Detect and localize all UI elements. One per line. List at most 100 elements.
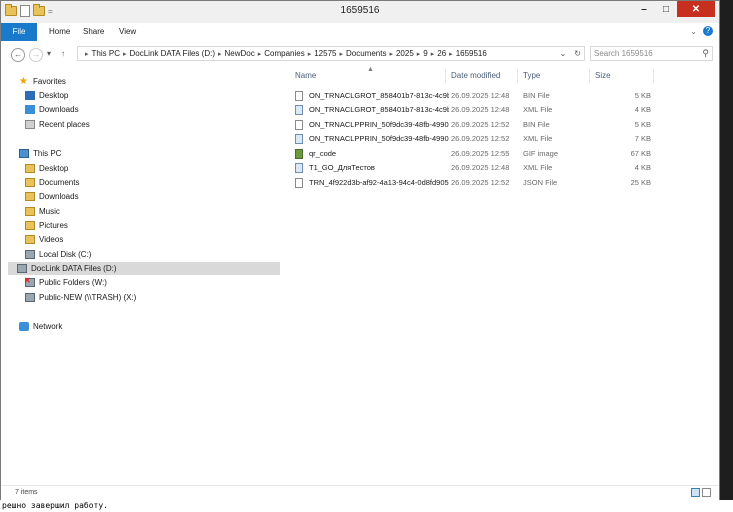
file-row[interactable]: ON_TRNACLGROT_858401b7-813c-4c9b-... 26.…: [291, 89, 651, 103]
file-date: 26.09.2025 12:52: [451, 178, 510, 187]
back-button[interactable]: ←: [11, 48, 25, 62]
file-row[interactable]: qr_code 26.09.2025 12:55 GIF image 67 KB: [291, 147, 651, 161]
file-row[interactable]: ON_TRNACLPPRIN_50f9dc39-48fb-4990-... 26…: [291, 118, 651, 132]
close-button[interactable]: ✕: [677, 1, 715, 17]
file-name: ON_TRNACLPPRIN_50f9dc39-48fb-4990-...: [309, 134, 449, 143]
ribbon: File Home Share View ⌄ ?: [1, 23, 719, 42]
address-root-chevron-icon[interactable]: ▸: [85, 50, 89, 58]
folder-icon: [25, 178, 35, 187]
expand-ribbon-icon[interactable]: ⌄: [690, 27, 697, 36]
folder-icon: [25, 235, 35, 244]
nav-this-pc[interactable]: This PC: [19, 147, 61, 160]
file-list: ▲ Name Date modified Type Size ON_TRNACL…: [287, 66, 719, 485]
file-row[interactable]: T1_GO_ДляТестов 26.09.2025 12:48 XML Fil…: [291, 161, 651, 175]
file-type: BIN File: [523, 91, 550, 100]
details-view-icon[interactable]: [691, 488, 700, 497]
file-type: XML File: [523, 163, 553, 172]
gif-image-icon: [295, 149, 303, 159]
json-file-icon: [295, 178, 303, 188]
breadcrumb-item[interactable]: 9: [423, 49, 427, 58]
tab-home[interactable]: Home: [49, 23, 70, 41]
file-date: 26.09.2025 12:48: [451, 105, 510, 114]
nav-downloads[interactable]: Downloads: [25, 190, 79, 203]
address-bar[interactable]: ▸ This PC ▸ DocLink DATA Files (D:) ▸ NewD…: [77, 46, 585, 61]
nav-favorites-downloads[interactable]: Downloads: [25, 103, 79, 116]
nav-doclink-data-d[interactable]: DocLink DATA Files (D:): [8, 262, 280, 275]
nav-desktop[interactable]: Desktop: [25, 162, 68, 175]
breadcrumb-item[interactable]: Companies: [264, 49, 304, 58]
nav-favorites[interactable]: ★ Favorites: [19, 75, 66, 88]
disconnected-network-drive-icon: ✕: [24, 276, 35, 287]
maximize-button[interactable]: □: [655, 1, 677, 17]
minimize-button[interactable]: –: [633, 1, 655, 17]
column-header-name[interactable]: Name: [295, 71, 316, 80]
file-row[interactable]: ON_TRNACLGROT_858401b7-813c-4c9b-... 26.…: [291, 103, 651, 117]
column-header-date-modified[interactable]: Date modified: [451, 71, 500, 80]
file-date: 26.09.2025 12:48: [451, 91, 510, 100]
chevron-right-icon[interactable]: ▸: [431, 50, 435, 58]
breadcrumb-current[interactable]: 1659516: [456, 49, 487, 58]
nav-item-label: Recent places: [39, 120, 90, 129]
tab-share[interactable]: Share: [83, 23, 104, 41]
nav-item-label: Videos: [39, 235, 64, 244]
column-divider[interactable]: [517, 69, 518, 83]
nav-recent-places[interactable]: Recent places: [25, 118, 90, 131]
nav-videos[interactable]: Videos: [25, 233, 63, 246]
downloads-icon: [25, 105, 35, 114]
breadcrumb-item[interactable]: Documents: [346, 49, 386, 58]
nav-item-label: Desktop: [39, 91, 69, 100]
window-controls: – □ ✕: [633, 1, 715, 17]
nav-documents[interactable]: Documents: [25, 176, 79, 189]
breadcrumb-item[interactable]: NewDoc: [225, 49, 255, 58]
breadcrumb-item[interactable]: 2025: [396, 49, 414, 58]
forward-button[interactable]: →: [29, 48, 43, 62]
chevron-right-icon[interactable]: ▸: [449, 50, 453, 58]
column-divider[interactable]: [589, 69, 590, 83]
tab-file[interactable]: File: [1, 23, 37, 41]
nav-music[interactable]: Music: [25, 205, 60, 218]
chevron-right-icon[interactable]: ▸: [123, 50, 127, 58]
desktop-background: [720, 0, 733, 500]
file-row[interactable]: TRN_4f922d3b-af92-4a13-94c4-0d8fd905... …: [291, 176, 651, 190]
column-divider[interactable]: [445, 69, 446, 83]
nav-public-new-x[interactable]: Public-NEW (\\TRASH) (X:): [25, 291, 136, 304]
tab-view[interactable]: View: [119, 23, 136, 41]
up-button[interactable]: ↑: [61, 49, 65, 58]
recent-locations-icon[interactable]: ▾: [47, 49, 51, 58]
column-divider[interactable]: [653, 69, 654, 83]
title-bar[interactable]: = 1659516 – □ ✕: [1, 1, 719, 24]
help-icon[interactable]: ?: [703, 26, 713, 36]
status-bar: 7 items: [1, 485, 719, 500]
chevron-right-icon[interactable]: ▸: [339, 50, 343, 58]
nav-network[interactable]: Network: [19, 320, 62, 333]
nav-pictures[interactable]: Pictures: [25, 219, 68, 232]
breadcrumb-item[interactable]: DocLink DATA Files (D:): [129, 49, 215, 58]
file-name: T1_GO_ДляТестов: [309, 163, 375, 172]
breadcrumb-item[interactable]: 12575: [314, 49, 336, 58]
file-date: 26.09.2025 12:52: [451, 134, 510, 143]
chevron-right-icon[interactable]: ▸: [218, 50, 222, 58]
chevron-right-icon[interactable]: ▸: [389, 50, 393, 58]
nav-favorites-desktop[interactable]: Desktop: [25, 89, 68, 102]
folder-icon: [25, 164, 35, 173]
chevron-right-icon[interactable]: ▸: [417, 50, 421, 58]
breadcrumb-item[interactable]: This PC: [92, 49, 120, 58]
chevron-right-icon[interactable]: ▸: [258, 50, 262, 58]
address-dropdown-icon[interactable]: ⌄: [560, 49, 567, 58]
chevron-right-icon[interactable]: ▸: [308, 50, 312, 58]
breadcrumb-item[interactable]: 26: [437, 49, 446, 58]
nav-item-label: Downloads: [39, 105, 79, 114]
nav-public-folders-w[interactable]: ✕ Public Folders (W:): [24, 276, 107, 289]
folder-icon: [25, 207, 35, 216]
column-header-type[interactable]: Type: [523, 71, 540, 80]
nav-local-disk-c[interactable]: Local Disk (C:): [25, 248, 91, 261]
column-header-size[interactable]: Size: [595, 71, 611, 80]
recent-places-icon: [25, 120, 35, 129]
large-icons-view-icon[interactable]: [702, 488, 711, 497]
refresh-icon[interactable]: ↻: [574, 49, 581, 58]
nav-item-label: Documents: [39, 178, 80, 187]
search-icon[interactable]: ⚲: [702, 47, 709, 60]
file-type: XML File: [523, 105, 553, 114]
search-box[interactable]: Search 1659516 ⚲: [590, 46, 713, 61]
file-row[interactable]: ON_TRNACLPPRIN_50f9dc39-48fb-4990-... 26…: [291, 132, 651, 146]
